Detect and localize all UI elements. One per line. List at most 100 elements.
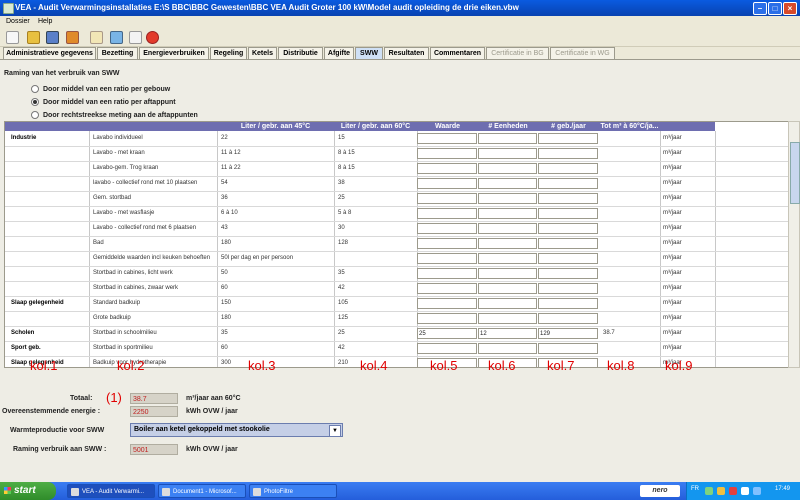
tot-cell <box>603 281 658 296</box>
waarde-input[interactable] <box>417 178 477 189</box>
tray-antivirus-icon[interactable] <box>717 487 725 495</box>
language-indicator[interactable]: FR <box>691 486 699 492</box>
waarde-input[interactable] <box>417 193 477 204</box>
waarde-input[interactable] <box>417 253 477 264</box>
annotation-kol-6: kol.6 <box>488 358 516 373</box>
eenheden-input[interactable] <box>478 268 537 279</box>
table-scrollbar[interactable] <box>788 121 800 368</box>
eenheden-input[interactable] <box>478 193 537 204</box>
geb-jaar-input[interactable] <box>538 148 598 159</box>
scrollbar-thumb[interactable] <box>790 142 800 204</box>
table-row: Sport geb. Stortbad in sportmilieu 60 42 m³/… <box>5 341 789 357</box>
item-cell: Stortbad in sportmilieu <box>93 345 153 351</box>
geb-jaar-input[interactable] <box>538 223 598 234</box>
tab-resultaten[interactable]: Resultaten <box>384 47 429 59</box>
category-cell <box>11 221 89 236</box>
eenheden-input[interactable] <box>478 283 537 294</box>
geb-jaar-input[interactable]: 129 <box>538 328 598 339</box>
waarde-input[interactable] <box>417 148 477 159</box>
geb-jaar-input[interactable] <box>538 343 598 354</box>
eenheden-input[interactable] <box>478 253 537 264</box>
eenheden-input[interactable] <box>478 163 537 174</box>
unit-cell: m³/jaar <box>663 195 682 201</box>
tray-network-icon[interactable] <box>705 487 713 495</box>
radio-ratio-gebouw[interactable]: Door middel van een ratio per gebouw <box>31 85 170 95</box>
geb-jaar-input[interactable] <box>538 283 598 294</box>
item-cell: Lavabo - met kraan <box>93 150 145 156</box>
new-file-icon[interactable] <box>6 31 19 44</box>
document-icon[interactable] <box>129 31 142 44</box>
tab-energieverbruiken[interactable]: Energieverbruiken <box>139 47 209 59</box>
tab-regeling[interactable]: Regeling <box>210 47 247 59</box>
table-row: Gemiddelde waarden incl keuken behoeften… <box>5 251 789 267</box>
menu-bar: Dossier Help <box>0 16 800 28</box>
chevron-down-icon[interactable]: ▼ <box>329 425 341 437</box>
geb-jaar-input[interactable] <box>538 208 598 219</box>
geb-jaar-input[interactable] <box>538 163 598 174</box>
waarde-input[interactable] <box>417 283 477 294</box>
waarde-input[interactable] <box>417 223 477 234</box>
waarde-input[interactable] <box>417 268 477 279</box>
annotation-kol-4: kol.4 <box>360 358 388 373</box>
waarde-input[interactable]: 25 <box>417 328 477 339</box>
tot-cell <box>603 251 658 266</box>
eenheden-input[interactable] <box>478 223 537 234</box>
tools-icon[interactable] <box>66 31 79 44</box>
geb-jaar-input[interactable] <box>538 178 598 189</box>
eenheden-input[interactable] <box>478 343 537 354</box>
waarde-input[interactable] <box>417 133 477 144</box>
waarde-input[interactable] <box>417 163 477 174</box>
waarde-input[interactable] <box>417 313 477 324</box>
unit-cell: m³/jaar <box>663 255 682 261</box>
waarde-input[interactable] <box>417 298 477 309</box>
geb-jaar-input[interactable] <box>538 133 598 144</box>
menu-help[interactable]: Help <box>38 18 52 25</box>
eenheden-input[interactable] <box>478 208 537 219</box>
geb-jaar-input[interactable] <box>538 238 598 249</box>
menu-dossier[interactable]: Dossier <box>6 18 30 25</box>
tot-cell <box>603 296 658 311</box>
print-icon[interactable] <box>90 31 103 44</box>
stop-icon[interactable] <box>146 31 159 44</box>
waarde-input[interactable] <box>417 238 477 249</box>
open-folder-icon[interactable] <box>27 31 40 44</box>
eenheden-input[interactable] <box>478 313 537 324</box>
tray-alert-icon[interactable] <box>729 487 737 495</box>
tab-ketels[interactable]: Ketels <box>248 47 277 59</box>
geb-jaar-input[interactable] <box>538 268 598 279</box>
waarde-input[interactable] <box>417 343 477 354</box>
geb-jaar-input[interactable] <box>538 313 598 324</box>
task-vea[interactable]: VEA - Audit Verwarmi... <box>67 484 155 498</box>
eenheden-input[interactable] <box>478 238 537 249</box>
eenheden-input[interactable] <box>478 133 537 144</box>
geb-jaar-input[interactable] <box>538 298 598 309</box>
eenheden-input[interactable] <box>478 148 537 159</box>
tray-volume-icon[interactable] <box>741 487 749 495</box>
eenheden-input[interactable] <box>478 178 537 189</box>
minimize-button[interactable]: – <box>753 2 767 15</box>
item-cell: Standard badkuip <box>93 300 141 306</box>
eenheden-input[interactable]: 12 <box>478 328 537 339</box>
tab-bezetting[interactable]: Bezetting <box>97 47 138 59</box>
radio-ratio-aftappunt[interactable]: Door middel van een ratio per aftappunt <box>31 98 176 108</box>
tab-administratieve-gegevens[interactable]: Administratieve gegevens <box>3 47 96 59</box>
tab-distributie[interactable]: Distributie <box>278 47 323 59</box>
tab-sww[interactable]: SWW <box>355 47 383 59</box>
start-button[interactable]: start <box>0 482 56 500</box>
task-word[interactable]: Document1 - Microsof... <box>158 484 246 498</box>
maximize-button[interactable]: □ <box>768 2 782 15</box>
close-button[interactable]: × <box>783 2 797 15</box>
warmteproductie-select[interactable]: Boiler aan ketel gekoppeld met stookolie… <box>130 423 343 437</box>
tray-display-icon[interactable] <box>753 487 761 495</box>
geb-jaar-input[interactable] <box>538 253 598 264</box>
eenheden-input[interactable] <box>478 298 537 309</box>
geb-jaar-input[interactable] <box>538 193 598 204</box>
item-cell: Lavabo - collectief rond met 6 plaatsen <box>93 225 197 231</box>
save-icon[interactable] <box>46 31 59 44</box>
tab-commentaren[interactable]: Commentaren <box>430 47 485 59</box>
tab-afgifte[interactable]: Afgifte <box>324 47 354 59</box>
export-icon[interactable] <box>110 31 123 44</box>
radio-rechtstreekse-meting[interactable]: Door rechtstreekse meting aan de aftappu… <box>31 111 198 121</box>
task-photofiltre[interactable]: PhotoFiltre <box>249 484 337 498</box>
waarde-input[interactable] <box>417 208 477 219</box>
